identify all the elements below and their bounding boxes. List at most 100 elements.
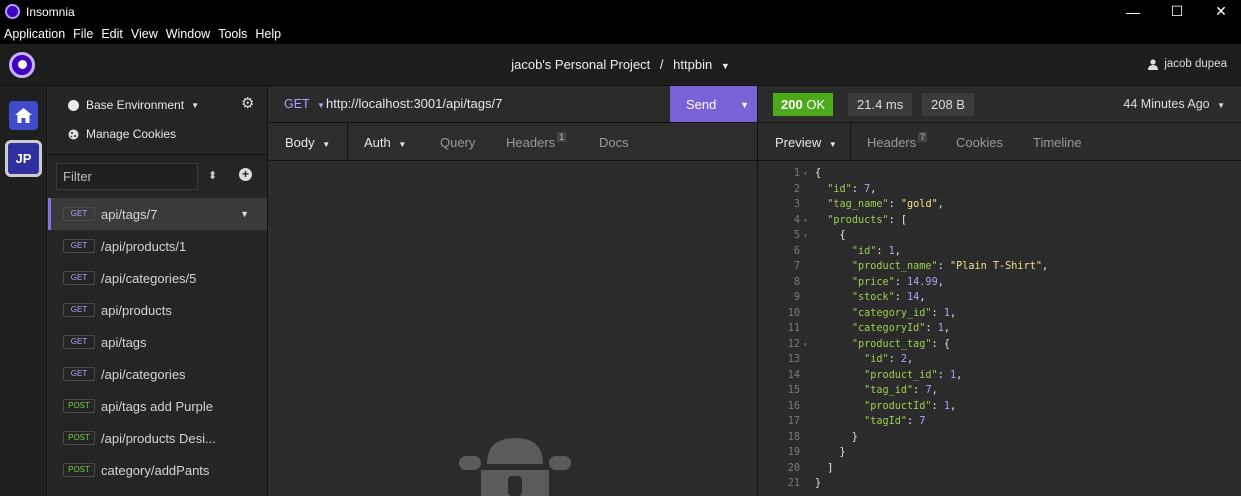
tab-response-headers-label: Headers xyxy=(867,135,917,150)
line-number: 15 xyxy=(787,385,800,396)
project-name[interactable]: jacob's Personal Project xyxy=(511,57,650,72)
minimize-button[interactable]: — xyxy=(1110,0,1156,23)
fold-toggle-icon[interactable]: ▾ xyxy=(803,166,808,182)
tab-response-headers[interactable]: Headers 7 xyxy=(867,132,928,150)
sidebar-request-item[interactable]: GET api/tags xyxy=(48,326,267,358)
tab-docs[interactable]: Docs xyxy=(599,135,629,150)
tab-body-label: Body xyxy=(285,135,315,150)
request-name: /api/products/1 xyxy=(101,238,187,254)
url-input[interactable]: http://localhost:3001/api/tags/7 xyxy=(326,96,502,111)
send-button[interactable]: Send ▼ xyxy=(670,86,757,122)
line-number: 18 xyxy=(787,431,800,443)
sidebar-request-item[interactable]: GET/api/products/1 xyxy=(48,230,267,262)
tab-headers-label: Headers xyxy=(506,135,556,150)
home-button[interactable] xyxy=(9,101,38,130)
code-text: } xyxy=(815,431,858,443)
environment-selector[interactable]: Base Environment ▼ xyxy=(68,98,199,112)
method-badge: POST xyxy=(63,431,95,445)
code-line: 14 "product_id": 1, xyxy=(758,368,1241,384)
code-text: ] xyxy=(815,462,834,474)
sidebar: Base Environment ▼ ⚙ Manage Cookies Filt… xyxy=(48,86,268,496)
line-number: 6 xyxy=(793,245,800,257)
line-number: 10 xyxy=(787,307,800,319)
title-bar: Insomnia — ☐ ✕ xyxy=(0,0,1241,23)
response-history-selector[interactable]: 44 Minutes Ago ▼ xyxy=(1123,97,1225,111)
tab-query[interactable]: Query xyxy=(440,135,475,150)
line-number: 2 xyxy=(793,183,800,195)
response-time: 21.4 ms xyxy=(848,93,913,116)
code-line: 19 } xyxy=(758,445,1241,461)
tab-preview[interactable]: Preview ▼ xyxy=(775,135,837,150)
code-text: "tagId": 7 xyxy=(864,416,926,427)
request-name: /api/categories/5 xyxy=(101,270,197,286)
sidebar-request-item[interactable]: POST category/addPants xyxy=(48,454,267,486)
line-number: 7 xyxy=(793,261,800,272)
chevron-down-icon[interactable]: ▼ xyxy=(721,61,730,71)
sidebar-request-item[interactable]: GET/api/categories xyxy=(48,358,267,390)
menu-edit[interactable]: Edit xyxy=(97,27,127,41)
menu-tools[interactable]: Tools xyxy=(214,27,251,41)
menu-window[interactable]: Window xyxy=(162,27,214,41)
chevron-down-icon[interactable]: ▼ xyxy=(740,100,749,110)
request-name: api/products xyxy=(101,302,172,318)
line-number: 19 xyxy=(787,447,800,458)
workspace-avatar[interactable]: JP xyxy=(5,140,42,177)
request-name: api/tags/7 xyxy=(101,206,158,222)
maximize-button[interactable]: ☐ xyxy=(1154,0,1200,23)
fold-toggle-icon[interactable]: ▾ xyxy=(803,228,808,244)
user-menu[interactable]: jacob dupea xyxy=(1148,58,1227,70)
code-line: 3 "tag_name": "gold", xyxy=(758,197,1241,213)
code-line: 12 ▾ "product_tag": { xyxy=(758,337,1241,353)
menu-help[interactable]: Help xyxy=(251,27,285,41)
headers-count-badge: 1 xyxy=(557,132,567,142)
code-text: "tag_name": "gold", xyxy=(827,199,944,210)
line-number: 21 xyxy=(787,478,800,489)
menu-file[interactable]: File xyxy=(69,27,97,41)
manage-cookies-button[interactable]: Manage Cookies xyxy=(68,127,176,141)
sidebar-request-item[interactable]: POST api/tags add Purple xyxy=(48,390,267,422)
sidebar-request-item[interactable]: POST/api/products Desi... xyxy=(48,422,267,454)
fold-toggle-icon[interactable]: ▾ xyxy=(803,337,808,353)
tab-cookies[interactable]: Cookies xyxy=(956,135,1003,150)
code-line: 11 "categoryId": 1, xyxy=(758,321,1241,337)
method-selector[interactable]: GET ▼ xyxy=(284,97,325,111)
request-name: category/addPants xyxy=(101,462,210,478)
app-header: jacob's Personal Project / httpbin ▼ jac… xyxy=(0,44,1241,86)
code-text: "product_tag": { xyxy=(851,338,950,350)
code-line: 18 } xyxy=(758,430,1241,446)
code-line: 16 "productId": 1, xyxy=(758,399,1241,415)
sidebar-request-item[interactable]: GET api/products xyxy=(48,294,267,326)
add-request-icon[interactable]: + xyxy=(239,168,252,181)
request-name: api/tags xyxy=(101,334,147,350)
code-line: 2 "id": 7, xyxy=(758,182,1241,198)
status-code: 200 xyxy=(781,97,803,112)
request-tabs: Body ▼ Auth ▼ Query Headers 1 Docs xyxy=(269,123,757,161)
chevron-down-icon: ▼ xyxy=(828,140,837,149)
code-text: "stock": 14, xyxy=(851,292,926,303)
sort-icon[interactable]: ⬍ xyxy=(208,169,217,182)
tab-headers[interactable]: Headers 1 xyxy=(506,132,567,150)
tab-auth[interactable]: Auth ▼ xyxy=(364,135,406,150)
sidebar-request-item[interactable]: GET api/tags/7 ▼ xyxy=(48,198,267,230)
menu-view[interactable]: View xyxy=(127,27,162,41)
code-text: "id": 7, xyxy=(827,183,877,195)
tab-body[interactable]: Body ▼ xyxy=(285,135,330,150)
tab-divider xyxy=(850,123,851,161)
filter-input[interactable]: Filter xyxy=(56,163,198,190)
collection-name[interactable]: httpbin xyxy=(673,57,712,72)
insomnia-logo-icon xyxy=(5,4,20,19)
gear-icon[interactable]: ⚙ xyxy=(241,96,255,111)
home-icon xyxy=(15,108,32,123)
menu-application[interactable]: Application xyxy=(0,27,69,41)
sidebar-request-item[interactable]: GET/api/categories/5 xyxy=(48,262,267,294)
fold-toggle-icon[interactable]: ▾ xyxy=(803,213,808,229)
request-name: api/tags add Purple xyxy=(101,398,214,414)
user-name: jacob dupea xyxy=(1164,58,1227,70)
close-button[interactable]: ✕ xyxy=(1198,0,1241,23)
request-body-panel xyxy=(269,162,757,496)
tab-timeline[interactable]: Timeline xyxy=(1033,135,1082,150)
chevron-down-icon[interactable]: ▼ xyxy=(240,209,249,219)
breadcrumb-separator: / xyxy=(659,57,664,72)
code-text: } xyxy=(815,447,846,458)
code-line: 5 ▾ { xyxy=(758,228,1241,244)
